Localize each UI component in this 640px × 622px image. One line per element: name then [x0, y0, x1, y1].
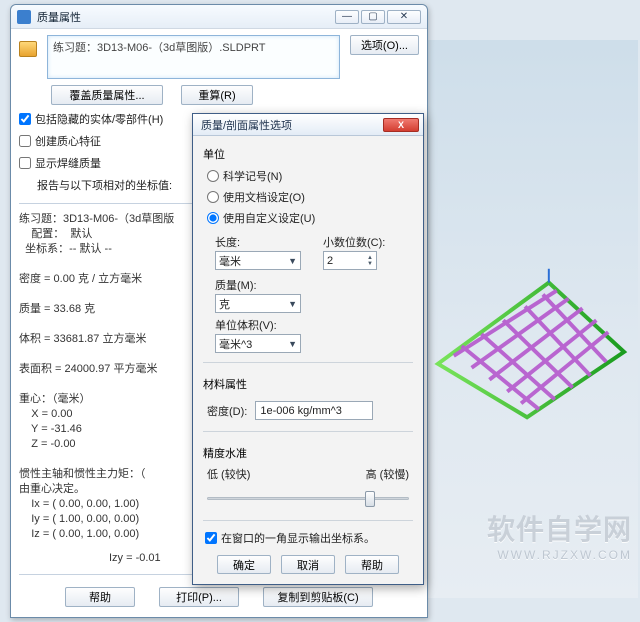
accuracy-low-label: 低 (较快): [207, 466, 250, 482]
app-icon: [17, 10, 31, 24]
accuracy-high-label: 高 (较慢): [366, 466, 409, 482]
chk-show-weld-input[interactable]: [19, 157, 31, 169]
options-button[interactable]: 选项(O)...: [350, 35, 419, 55]
decimals-spinner[interactable]: 2 ▲▼: [323, 251, 377, 270]
radio-custom-label: 使用自定义设定(U): [223, 210, 315, 226]
dialog-help-button[interactable]: 帮助: [345, 555, 399, 574]
radio-document-input[interactable]: [207, 191, 219, 203]
decimals-label: 小数位数(C):: [323, 234, 413, 250]
density-input[interactable]: 1e-006 kg/mm^3: [255, 401, 373, 420]
chk-create-com-label: 创建质心特征: [35, 133, 101, 149]
maximize-button[interactable]: ▢: [361, 10, 385, 24]
accuracy-header: 精度水准: [203, 445, 413, 461]
watermark-url: WWW.RJZXW.COM: [487, 548, 632, 562]
part-icon: [19, 41, 37, 57]
izy-value: Izy = -0.01: [109, 552, 161, 564]
radio-custom[interactable]: 使用自定义设定(U): [207, 210, 413, 226]
chk-show-output-cs[interactable]: 在窗口的一角显示输出坐标系。: [205, 530, 413, 546]
decimals-value: 2: [327, 255, 333, 267]
chk-include-hidden-input[interactable]: [19, 113, 31, 125]
watermark-text: 软件自学网: [487, 514, 632, 545]
mass-unit-combo[interactable]: 克 ▼: [215, 294, 301, 313]
volume-unit-combo[interactable]: 毫米^3 ▼: [215, 334, 301, 353]
watermark: 软件自学网 WWW.RJZXW.COM: [487, 508, 632, 562]
divider: [203, 520, 413, 521]
divider: [203, 362, 413, 363]
radio-scientific[interactable]: 科学记号(N): [207, 168, 413, 184]
window-title: 质量属性: [37, 9, 329, 25]
chevron-down-icon: ▼: [288, 339, 297, 349]
density-label: 密度(D):: [207, 403, 247, 419]
spinner-arrows-icon[interactable]: ▲▼: [367, 255, 373, 267]
help-button[interactable]: 帮助: [65, 587, 135, 607]
print-button[interactable]: 打印(P)...: [159, 587, 239, 607]
chk-create-com-input[interactable]: [19, 135, 31, 147]
units-header: 单位: [203, 146, 413, 162]
chk-show-output-cs-label: 在窗口的一角显示输出坐标系。: [221, 530, 375, 546]
chk-show-output-cs-input[interactable]: [205, 532, 217, 544]
chevron-down-icon: ▼: [288, 299, 297, 309]
chk-show-weld-label: 显示焊缝质量: [35, 155, 101, 171]
dialog-close-button[interactable]: X: [383, 118, 419, 132]
radio-document-label: 使用文档设定(O): [223, 189, 305, 205]
mass-unit-label: 质量(M):: [215, 277, 413, 293]
slider-thumb[interactable]: [365, 491, 375, 507]
chevron-down-icon: ▼: [288, 256, 297, 266]
recalc-button[interactable]: 重算(R): [181, 85, 253, 105]
divider: [203, 431, 413, 432]
length-value: 毫米: [219, 253, 241, 269]
mass-unit-value: 克: [219, 296, 230, 312]
ok-button[interactable]: 确定: [217, 555, 271, 574]
dialog-titlebar[interactable]: 质量/剖面属性选项 X: [193, 114, 423, 136]
accuracy-slider[interactable]: [207, 487, 409, 511]
minimize-button[interactable]: —: [335, 10, 359, 24]
chk-include-hidden-label: 包括隐藏的实体/零部件(H): [35, 111, 163, 127]
filepath-field[interactable]: 练习题：3D13-M06-（3d草图版）.SLDPRT: [47, 35, 340, 79]
override-button[interactable]: 覆盖质量属性...: [51, 85, 163, 105]
radio-scientific-input[interactable]: [207, 170, 219, 182]
material-header: 材料属性: [203, 376, 413, 392]
close-button[interactable]: ✕: [387, 10, 421, 24]
volume-unit-value: 毫米^3: [219, 336, 252, 352]
radio-document[interactable]: 使用文档设定(O): [207, 189, 413, 205]
model-3d-grid: [432, 262, 630, 426]
slider-track: [207, 497, 409, 500]
radio-scientific-label: 科学记号(N): [223, 168, 282, 184]
length-label: 长度:: [215, 234, 305, 250]
main-titlebar[interactable]: 质量属性 — ▢ ✕: [11, 5, 427, 29]
length-combo[interactable]: 毫米 ▼: [215, 251, 301, 270]
copy-clipboard-button[interactable]: 复制到剪贴板(C): [263, 587, 373, 607]
dialog-title: 质量/剖面属性选项: [201, 117, 292, 133]
volume-unit-label: 单位体积(V):: [215, 317, 413, 333]
radio-custom-input[interactable]: [207, 212, 219, 224]
cancel-button[interactable]: 取消: [281, 555, 335, 574]
density-value: 1e-006 kg/mm^3: [260, 405, 342, 417]
mass-section-options-dialog: 质量/剖面属性选项 X 单位 科学记号(N) 使用文档设定(O) 使用自定义设定…: [192, 113, 424, 585]
